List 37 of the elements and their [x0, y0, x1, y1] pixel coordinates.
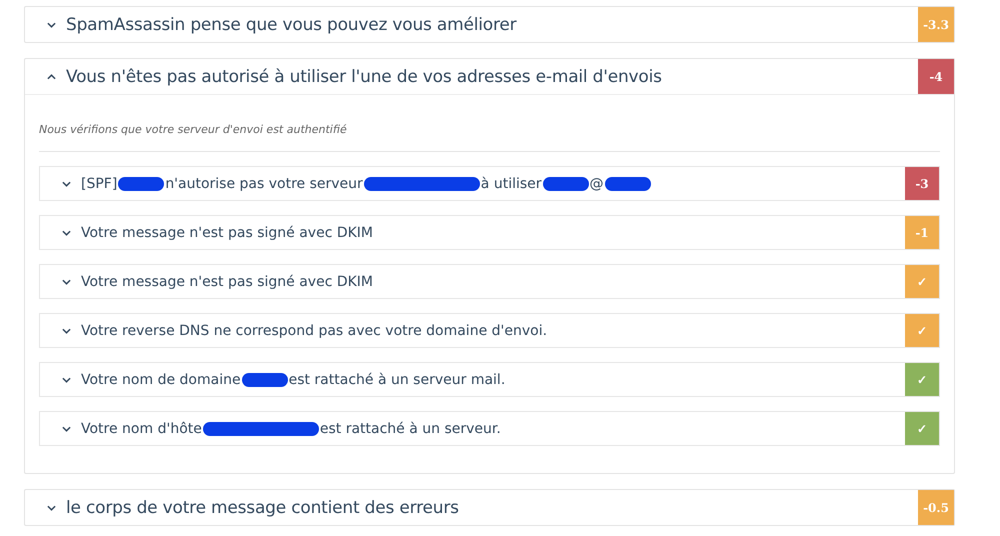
check-text[interactable]: n'autorise pas votre serveur: [165, 176, 363, 192]
section-title[interactable]: Vous n'êtes pas autorisé à utiliser l'une de vos adresses e-mail d'envois: [66, 66, 662, 86]
chevron-down-icon[interactable]: [62, 376, 71, 382]
score-badge: -0.5: [918, 490, 954, 525]
score-badge: ✓: [905, 314, 939, 347]
check-text[interactable]: Votre nom d'hôte: [81, 420, 202, 436]
chevron-down-icon[interactable]: [62, 180, 71, 186]
chevron-down-icon[interactable]: [62, 278, 71, 284]
chevron-down-icon[interactable]: [47, 504, 56, 510]
chevron-down-icon[interactable]: [62, 426, 71, 432]
check-text[interactable]: Votre message n'est pas signé avec DKIM: [81, 274, 374, 290]
score-badge: -1: [905, 216, 939, 249]
check-text[interactable]: @: [590, 176, 604, 192]
redaction-mark: [242, 372, 288, 386]
chevron-down-icon[interactable]: [62, 230, 71, 236]
check-text[interactable]: Votre message n'est pas signé avec DKIM: [81, 224, 374, 240]
section-description: Nous vérifions que votre serveur d'envoi est authentifié: [39, 123, 348, 136]
score-badge: -3.3: [918, 7, 954, 42]
check-text[interactable]: [SPF]: [81, 176, 118, 192]
redaction-mark: [542, 176, 589, 190]
chevron-up-icon[interactable]: [47, 74, 56, 80]
section-title[interactable]: le corps de votre message contient des erreurs: [66, 498, 459, 518]
score-badge: -4: [918, 59, 954, 94]
check-text[interactable]: à utiliser: [480, 176, 542, 192]
chevron-down-icon[interactable]: [47, 22, 56, 28]
score-badge: ✓: [905, 363, 939, 396]
check-text[interactable]: est rattaché à un serveur mail.: [288, 372, 506, 388]
redaction-mark: [604, 176, 651, 190]
section-title[interactable]: SpamAssassin pense que vous pouvez vous améliorer: [66, 14, 516, 34]
score-badge: -3: [905, 167, 939, 200]
score-badge: ✓: [905, 265, 939, 298]
check-text[interactable]: Votre nom de domaine: [81, 372, 241, 388]
check-text[interactable]: est rattaché à un serveur.: [320, 420, 501, 436]
check-text[interactable]: Votre reverse DNS ne correspond pas avec votre domaine d'envoi.: [81, 322, 548, 338]
score-badge: ✓: [905, 412, 939, 445]
chevron-down-icon[interactable]: [62, 328, 71, 334]
redaction-mark: [118, 176, 164, 190]
